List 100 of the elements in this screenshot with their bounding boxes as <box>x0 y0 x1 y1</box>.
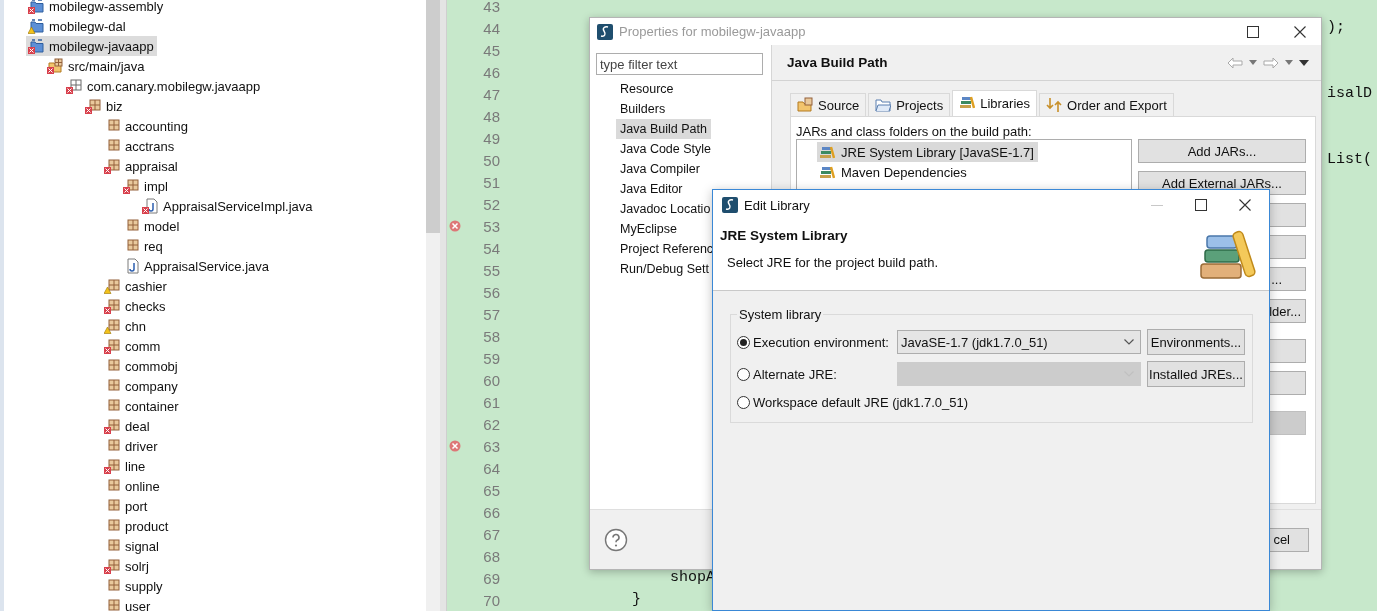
radio-label[interactable]: Execution environment: <box>753 334 889 350</box>
list-item[interactable]: Maven Dependencies <box>817 162 971 182</box>
tree-item[interactable]: accounting <box>102 116 191 136</box>
list-label: JARs and class folders on the build path: <box>796 124 1033 139</box>
line-number: 47 <box>482 85 500 103</box>
nav-item[interactable]: Javadoc Locatio <box>616 199 715 219</box>
tab[interactable]: Libraries <box>952 90 1038 116</box>
maximize-icon[interactable] <box>1195 199 1207 211</box>
tree-item[interactable]: deal <box>102 416 153 436</box>
nav-item[interactable]: Resource <box>616 79 678 99</box>
tree-item[interactable]: model <box>121 216 183 236</box>
radio-button[interactable] <box>737 367 750 381</box>
line-number: 67 <box>482 525 500 543</box>
tree-item[interactable]: impl <box>121 176 171 196</box>
button[interactable]: Add JARs... <box>1138 139 1306 163</box>
tree-item[interactable]: port <box>102 496 151 516</box>
tree-item[interactable]: commobj <box>102 356 181 376</box>
tree-item[interactable]: mobilegw-javaapp <box>26 36 157 56</box>
line-number: 58 <box>482 327 500 345</box>
tree-item[interactable]: supply <box>102 576 166 596</box>
tree-item[interactable]: AppraisalService.java <box>121 256 272 276</box>
line-number: 70 <box>482 591 500 609</box>
tree-item[interactable]: online <box>102 476 163 496</box>
help-icon[interactable] <box>604 527 628 552</box>
close-icon[interactable] <box>1239 199 1251 211</box>
line-number: 53 <box>482 217 500 235</box>
chevron-down-icon <box>1124 339 1134 345</box>
folder-icon <box>875 97 892 113</box>
line-number: 62 <box>482 415 500 433</box>
tree-item[interactable]: req <box>121 236 166 256</box>
caret-icon[interactable] <box>1249 60 1257 65</box>
tree-item[interactable]: biz <box>83 96 126 116</box>
line-number: 69 <box>482 569 500 587</box>
radio-button[interactable] <box>737 335 750 349</box>
window-title: Edit Library <box>744 197 810 213</box>
nav-item[interactable]: Java Editor <box>616 179 687 199</box>
tree-item[interactable]: com.canary.mobilegw.javaapp <box>64 76 264 96</box>
tree-item[interactable]: appraisal <box>102 156 181 176</box>
line-number: 59 <box>482 349 500 367</box>
line-number: 46 <box>482 63 500 81</box>
nav-item[interactable]: Java Code Style <box>616 139 716 159</box>
tree-item[interactable]: cashier <box>102 276 170 296</box>
radio-button[interactable] <box>737 395 750 409</box>
tree-item[interactable]: mobilegw-assembly <box>26 0 167 16</box>
dialog-heading: JRE System Library <box>720 228 849 243</box>
books-icon <box>819 145 835 159</box>
books-icon <box>1199 228 1259 282</box>
line-number: 51 <box>482 173 500 191</box>
nav-item[interactable]: MyEclipse <box>616 219 681 239</box>
code-text: List( <box>1327 150 1372 170</box>
tab[interactable]: Source <box>790 93 867 116</box>
list-item[interactable]: JRE System Library [JavaSE-1.7] <box>817 142 1038 162</box>
tree-item[interactable]: solrj <box>102 556 152 576</box>
tree-item[interactable]: acctrans <box>102 136 178 156</box>
line-number: 48 <box>482 107 500 125</box>
scrollbar-thumb[interactable] <box>426 0 440 233</box>
maximize-icon[interactable] <box>1247 25 1259 38</box>
window-title: Properties for mobilegw-javaapp <box>619 24 806 39</box>
nav-item[interactable]: Java Build Path <box>616 119 711 139</box>
tree-item[interactable]: line <box>102 456 149 476</box>
tree-item[interactable]: mobilegw-dal <box>26 16 129 36</box>
code-text: isalD <box>1327 84 1372 104</box>
dropdown[interactable]: JavaSE-1.7 (jdk1.7.0_51) <box>897 330 1141 354</box>
group-label: System library <box>738 307 823 322</box>
tab[interactable]: Order and Export <box>1039 93 1174 116</box>
line-number: 44 <box>482 19 500 37</box>
scrollbar[interactable] <box>426 0 440 611</box>
tree-item[interactable]: src/main/java <box>45 56 148 76</box>
radio-label[interactable]: Alternate JRE: <box>753 366 837 382</box>
radio-label[interactable]: Workspace default JRE (jdk1.7.0_51) <box>753 394 969 410</box>
tree-item[interactable]: company <box>102 376 181 396</box>
line-number: 64 <box>482 459 500 477</box>
caret-icon[interactable] <box>1285 60 1293 65</box>
tree-item[interactable]: comm <box>102 336 164 356</box>
tab[interactable]: Projects <box>868 93 951 116</box>
line-number: 43 <box>482 0 500 15</box>
nav-item[interactable]: Run/Debug Sett <box>616 259 713 279</box>
menu-caret-icon[interactable] <box>1299 59 1309 66</box>
nav-item[interactable]: Builders <box>616 99 670 119</box>
line-number: 60 <box>482 371 500 389</box>
filter-field[interactable]: type filter text <box>596 53 763 75</box>
tree-item[interactable]: container <box>102 396 182 416</box>
tree-item[interactable]: checks <box>102 296 169 316</box>
button[interactable]: Installed JREs... <box>1147 361 1245 387</box>
tree-item[interactable]: chn <box>102 316 149 336</box>
close-icon[interactable] <box>1294 25 1306 38</box>
line-number: 49 <box>482 129 500 147</box>
tree-item[interactable]: user <box>102 596 154 611</box>
line-number: 56 <box>482 283 500 301</box>
arrows-icon <box>1046 97 1063 113</box>
tree-item[interactable]: signal <box>102 536 162 556</box>
books-icon <box>819 165 835 179</box>
nav-item[interactable]: Java Compiler <box>616 159 704 179</box>
tree-item[interactable]: driver <box>102 436 161 456</box>
tree-item[interactable]: product <box>102 516 172 536</box>
line-number: 55 <box>482 261 500 279</box>
tree-item[interactable]: AppraisalServiceImpl.java <box>140 196 316 216</box>
line-number: 65 <box>482 481 500 499</box>
button[interactable]: Environments... <box>1147 329 1245 355</box>
code-text: } <box>632 590 641 610</box>
